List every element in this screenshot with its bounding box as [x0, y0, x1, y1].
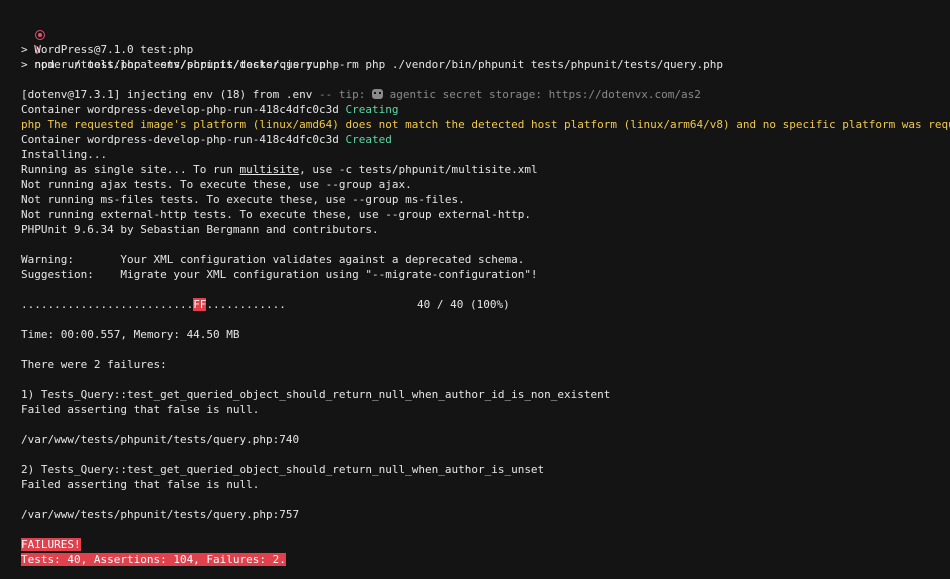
- summary-stats: Tests: 40, Assertions: 104, Failures: 2.: [21, 553, 286, 566]
- container-creating-line: Container wordpress-develop-php-run-418c…: [21, 102, 399, 117]
- summary-label: FAILURES!: [21, 538, 81, 551]
- platform-warning-message: The requested image's platform (linux/am…: [47, 118, 950, 131]
- single-site-text-before: Running as single site... To run: [21, 163, 240, 176]
- progress-count: 40 / 40 (100%): [417, 298, 510, 311]
- suggestion-line: Suggestion: Migrate your XML configurati…: [21, 268, 538, 281]
- progress-failures: FF: [193, 298, 207, 311]
- time-memory-line: Time: 00:00.557, Memory: 44.50 MB: [21, 328, 240, 341]
- container-created-line: Container wordpress-develop-php-run-418c…: [21, 132, 392, 147]
- container-status: Creating: [345, 103, 399, 116]
- summary-stats-line: Tests: 40, Assertions: 104, Failures: 2.: [21, 552, 286, 567]
- not-running-line: Not running ms-files tests. To execute t…: [21, 193, 465, 206]
- dotenv-line: [dotenv@17.3.1] injecting env (18) from …: [21, 87, 701, 102]
- single-site-text-after: , use -c tests/phpunit/multisite.xml: [299, 163, 538, 176]
- not-running-line: Not running ajax tests. To execute these…: [21, 178, 412, 191]
- failure-location[interactable]: /var/www/tests/phpunit/tests/query.php:7…: [21, 432, 299, 447]
- summary-label-line: FAILURES!: [21, 537, 81, 552]
- command-prompt-line: ❯ npm run test:php tests/phpunit/tests/q…: [8, 12, 339, 71]
- failure-location[interactable]: /var/www/tests/phpunit/tests/query.php:7…: [21, 507, 299, 522]
- platform-warning-line: php The requested image's platform (linu…: [21, 117, 950, 132]
- failure-title: 2) Tests_Query::test_get_queried_object_…: [21, 463, 545, 476]
- robot-icon: [372, 89, 384, 99]
- dotenv-tip-text: agentic secret storage: https://dotenvx.…: [383, 88, 701, 101]
- not-running-line: Not running external-http tests. To exec…: [21, 208, 531, 221]
- platform-warning-prefix: php: [21, 118, 41, 131]
- progress-line: ..........................FF............: [21, 297, 286, 312]
- record-circle-icon: [34, 30, 45, 40]
- failures-header: There were 2 failures:: [21, 358, 167, 371]
- single-site-line: Running as single site... To run multisi…: [21, 162, 538, 177]
- script-line: > WordPress@7.1.0 test:php: [21, 43, 194, 56]
- progress-dots-passed: ..........................: [21, 298, 194, 311]
- warning-line: Warning: Your XML configuration validate…: [21, 253, 525, 266]
- terminal-window: ❯ npm run test:php tests/phpunit/tests/q…: [0, 0, 950, 579]
- phpunit-version-line: PHPUnit 9.6.34 by Sebastian Bergmann and…: [21, 223, 379, 236]
- failure-message: Failed asserting that false is null.: [21, 478, 260, 491]
- progress-dots-passed: ............: [206, 298, 286, 311]
- failure-message: Failed asserting that false is null.: [21, 403, 260, 416]
- multisite-link[interactable]: multisite: [240, 163, 300, 176]
- container-status: Created: [345, 133, 392, 146]
- dotenv-tip-prefix: -- tip:: [312, 88, 373, 101]
- dotenv-message: [dotenv@17.3.1] injecting env (18) from …: [21, 88, 313, 101]
- container-name: Container wordpress-develop-php-run-418c…: [21, 103, 339, 116]
- failure-title: 1) Tests_Query::test_get_queried_object_…: [21, 388, 611, 401]
- installing-line: Installing...: [21, 148, 108, 161]
- container-name: Container wordpress-develop-php-run-418c…: [21, 133, 339, 146]
- script-line: > node ./tools/local-env/scripts/docker.…: [21, 58, 723, 71]
